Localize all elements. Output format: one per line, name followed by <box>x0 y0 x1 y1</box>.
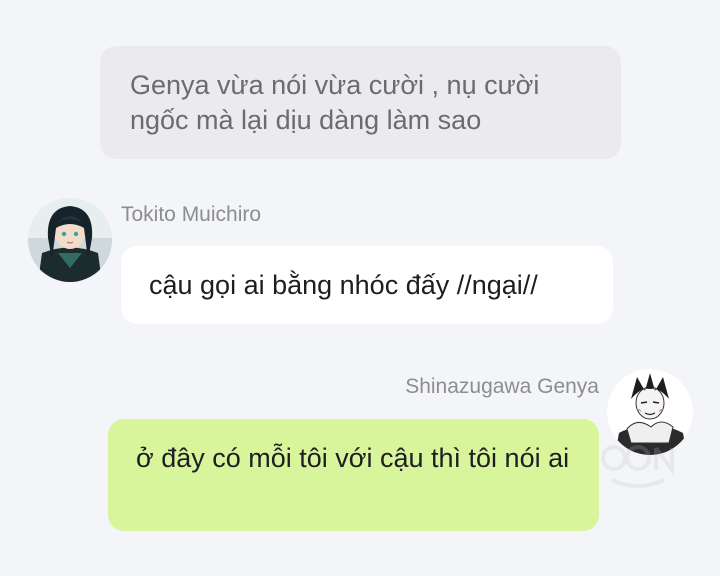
chat-thread: Genya vừa nói vừa cười , nụ cười ngốc mà… <box>0 0 720 576</box>
narration-text: Genya vừa nói vừa cười , nụ cười ngốc mà… <box>130 70 540 135</box>
tokito-message-text: cậu gọi ai bằng nhóc đấy //ngại// <box>149 270 538 300</box>
genya-message-text: ở đây có mỗi tôi với cậu thì tôi nói ai <box>136 443 570 473</box>
narration-bubble: Genya vừa nói vừa cười , nụ cười ngốc mà… <box>100 46 621 159</box>
genya-message-bubble: ở đây có mỗi tôi với cậu thì tôi nói ai <box>108 419 599 531</box>
genya-sender-name: Shinazugawa Genya <box>405 375 599 398</box>
tokito-message-bubble: cậu gọi ai bằng nhóc đấy //ngại// <box>121 246 613 324</box>
watermark-logo-icon <box>598 440 684 497</box>
tokito-sender-name: Tokito Muichiro <box>121 203 262 226</box>
tokito-avatar-icon[interactable] <box>28 198 112 282</box>
